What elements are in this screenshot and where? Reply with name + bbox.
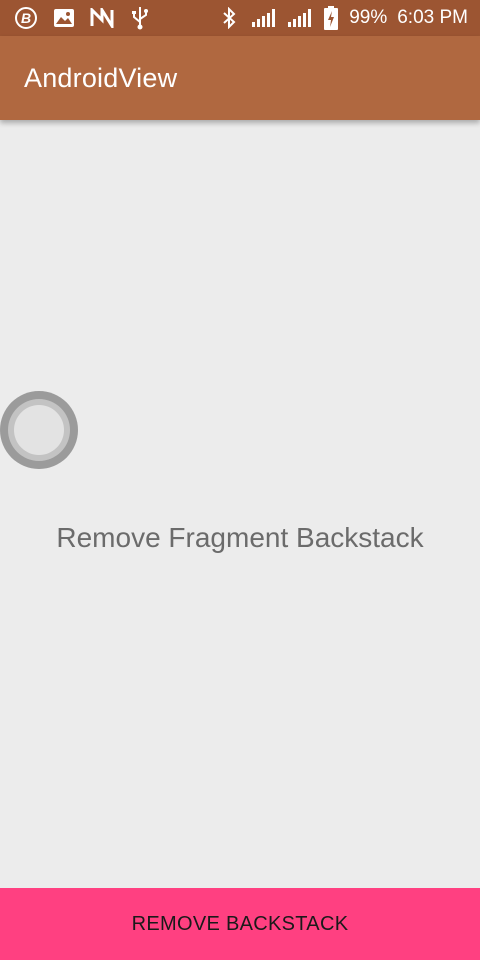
app-title: AndroidView <box>24 62 178 93</box>
signal-icon <box>287 6 313 30</box>
svg-text:B: B <box>21 10 31 26</box>
bluetooth-icon <box>217 6 241 30</box>
n-icon <box>90 6 114 30</box>
usb-icon <box>128 6 152 30</box>
image-icon <box>52 6 76 30</box>
battery-icon <box>323 6 339 30</box>
notification-icons: B <box>14 6 152 30</box>
app-bar: AndroidView <box>0 36 480 120</box>
battery-percent: 99% <box>349 7 388 28</box>
remove-backstack-button[interactable]: REMOVE BACKSTACK <box>0 888 480 960</box>
b-app-icon: B <box>14 6 38 30</box>
system-status: 99% 6:03 PM <box>217 6 468 30</box>
main-content: Remove Fragment Backstack <box>0 120 480 888</box>
signal-icon <box>251 6 277 30</box>
fragment-label: Remove Fragment Backstack <box>56 522 424 553</box>
clock: 6:03 PM <box>397 7 468 28</box>
floating-touch-core <box>14 405 64 455</box>
floating-touch-ring <box>8 399 70 461</box>
status-bar: B 99% 6:03 PM <box>0 0 480 36</box>
floating-touch-icon[interactable] <box>0 391 78 469</box>
